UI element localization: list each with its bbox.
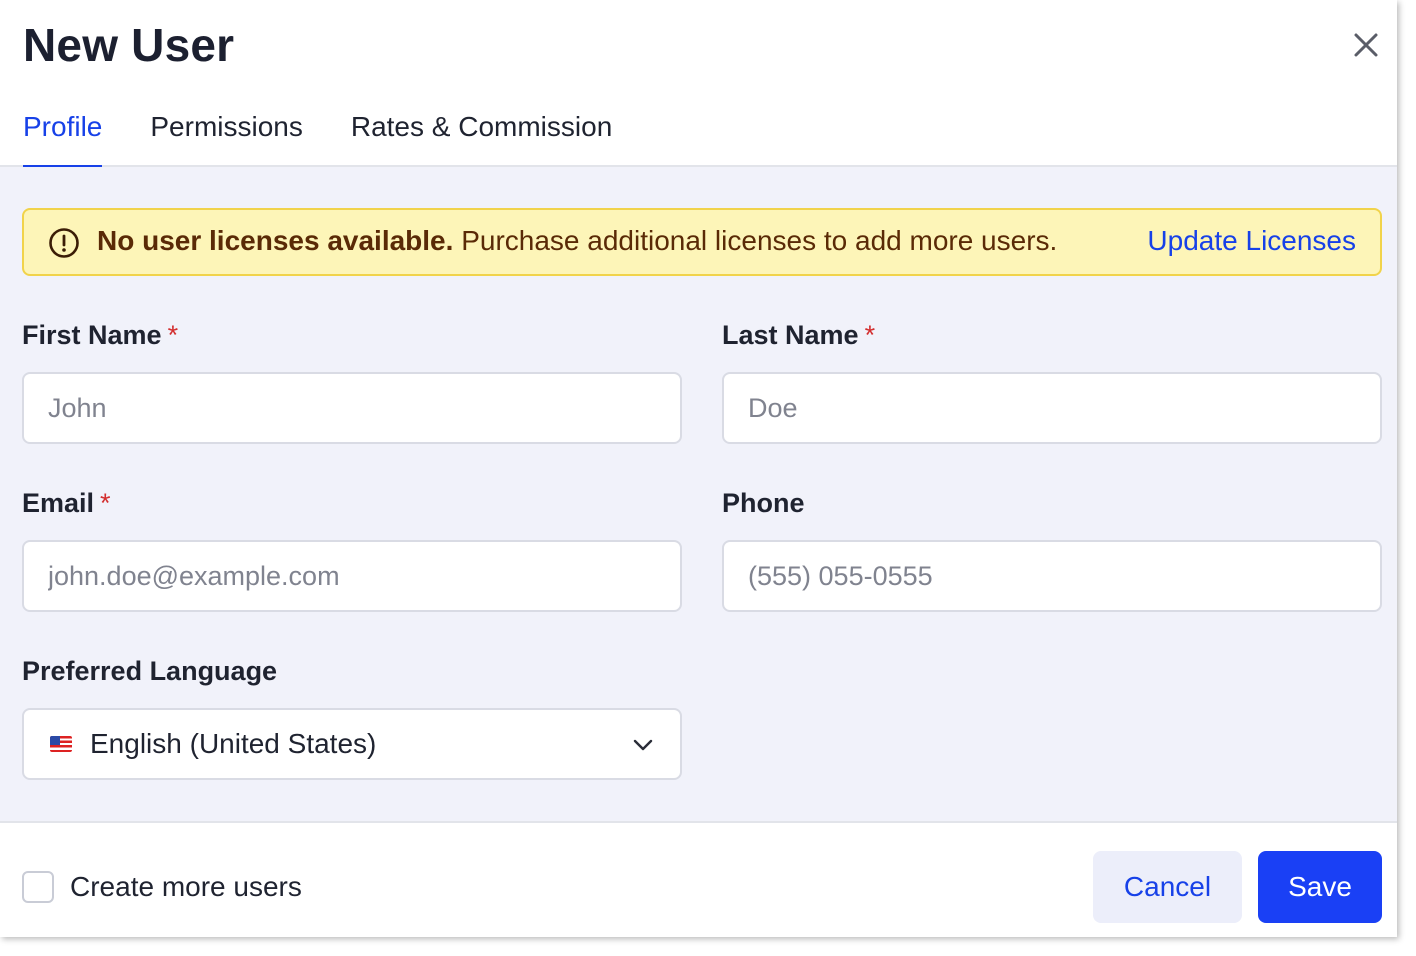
banner-message: No user licenses available. Purchase add… [97,225,1057,257]
cancel-button[interactable]: Cancel [1093,851,1242,923]
tab-bar: Profile Permissions Rates & Commission [23,106,660,169]
phone-input[interactable] [722,540,1382,612]
last-name-input[interactable] [722,372,1382,444]
required-mark: * [864,320,876,350]
email-input[interactable] [22,540,682,612]
create-more-users-checkbox[interactable] [22,871,54,903]
tab-permissions[interactable]: Permissions [150,106,302,167]
form-content: No user licenses available. Purchase add… [0,167,1397,821]
banner-message-bold: No user licenses available. [97,225,454,256]
banner-message-detail: Purchase additional licenses to add more… [453,225,1058,256]
required-mark: * [100,488,111,518]
preferred-language-label: Preferred Language [22,656,278,686]
create-more-users-label[interactable]: Create more users [70,871,302,903]
alert-circle-icon [48,227,80,259]
close-button[interactable] [1345,24,1387,66]
dialog-title: New User [23,19,235,71]
email-label: Email * [22,488,111,519]
phone-label: Phone [722,488,805,518]
update-licenses-link[interactable]: Update Licenses [1147,225,1356,257]
first-name-label-text: First Name [22,320,162,350]
last-name-label: Last Name * [722,320,875,351]
tab-profile[interactable]: Profile [23,106,103,169]
close-icon [1354,33,1378,57]
license-warning-banner: No user licenses available. Purchase add… [22,208,1382,276]
save-button[interactable]: Save [1258,851,1382,923]
selected-language: English (United States) [90,728,377,759]
last-name-label-text: Last Name [722,320,859,350]
chevron-down-icon [630,732,656,758]
new-user-dialog: New User Profile Permissions Rates & Com… [0,0,1397,937]
email-label-text: Email [22,488,95,518]
first-name-input[interactable] [22,372,682,444]
tab-rates-commission[interactable]: Rates & Commission [351,106,612,167]
first-name-label: First Name * [22,320,178,351]
dialog-header: New User Profile Permissions Rates & Com… [0,0,1397,169]
dialog-footer: Create more users Cancel Save [0,821,1397,937]
preferred-language-select[interactable]: English (United States) [22,708,682,780]
us-flag-icon [50,736,72,752]
required-mark: * [167,320,179,350]
